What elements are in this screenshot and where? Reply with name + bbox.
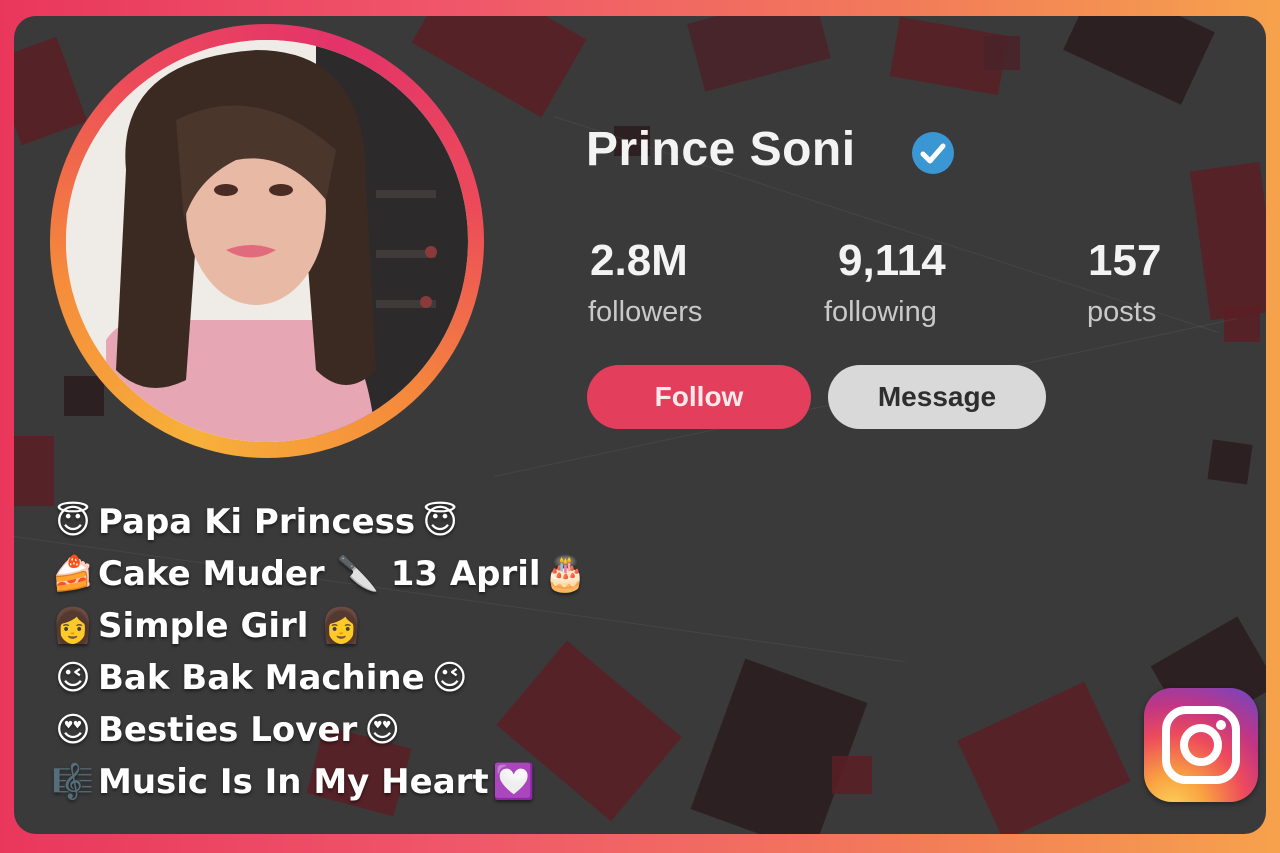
emoji-trail: 🎂 xyxy=(544,554,587,594)
followers-label[interactable]: followers xyxy=(588,296,702,329)
bio-line: 👩 Simple Girl 👩 xyxy=(48,600,591,652)
bg-shape xyxy=(832,756,872,794)
emoji-lead: 😇 xyxy=(55,502,91,542)
avatar-photo xyxy=(66,40,468,442)
posts-count[interactable]: 157 xyxy=(1088,236,1161,286)
bg-shape xyxy=(1063,16,1215,105)
emoji-trail: 😇 xyxy=(422,502,458,542)
avatar[interactable] xyxy=(66,40,468,442)
bg-shape xyxy=(690,658,868,834)
bio-line: 🍰 Cake Muder 🔪 13 April 🎂 xyxy=(48,548,591,600)
bio-text: Besties Lover xyxy=(98,710,358,750)
follow-button[interactable]: Follow xyxy=(587,365,811,429)
emoji-lead: 👩 xyxy=(51,606,95,646)
bg-shape xyxy=(64,376,104,416)
bio-text: Bak Bak Machine xyxy=(98,658,425,698)
bg-shape xyxy=(984,36,1020,70)
bg-shape xyxy=(411,16,587,118)
emoji-trail: 😉 xyxy=(431,658,468,698)
emoji-trail: 💟 xyxy=(492,762,535,802)
instagram-icon xyxy=(1144,688,1258,802)
bg-shape xyxy=(1224,306,1260,342)
message-button[interactable]: Message xyxy=(828,365,1046,429)
verified-check-icon xyxy=(912,132,954,174)
bg-shape xyxy=(14,36,88,146)
following-label[interactable]: following xyxy=(824,296,937,329)
bio-line: 😉 Bak Bak Machine 😉 xyxy=(48,652,591,704)
bg-shape xyxy=(957,681,1131,834)
bio-line: 😇 Papa Ki Princess 😇 xyxy=(48,496,591,548)
emoji-lead: 😉 xyxy=(55,658,91,698)
emoji-trail: 😍 xyxy=(364,710,400,750)
bio-text: Simple Girl 👩 xyxy=(98,606,363,646)
bio-line: 😍 Besties Lover 😍 xyxy=(48,704,591,756)
followers-count[interactable]: 2.8M xyxy=(590,236,688,286)
bio-text: Music Is In My Heart xyxy=(98,762,489,802)
bio-text: Cake Muder 🔪 13 April xyxy=(98,554,541,594)
emoji-lead: 🍰 xyxy=(51,554,95,594)
following-count[interactable]: 9,114 xyxy=(838,236,946,286)
bg-shape xyxy=(1207,439,1253,485)
posts-label[interactable]: posts xyxy=(1087,296,1156,329)
bg-shape xyxy=(687,16,831,92)
emoji-lead: 🎼 xyxy=(51,762,95,802)
bio-text: Papa Ki Princess xyxy=(98,502,416,542)
bg-shape xyxy=(1189,161,1266,321)
profile-name: Prince Soni xyxy=(586,123,856,176)
emoji-lead: 😍 xyxy=(55,710,91,750)
bio-line: 🎼 Music Is In My Heart 💟 xyxy=(48,756,591,808)
bio: 😇 Papa Ki Princess 😇 🍰 Cake Muder 🔪 13 Apri… xyxy=(48,496,591,808)
